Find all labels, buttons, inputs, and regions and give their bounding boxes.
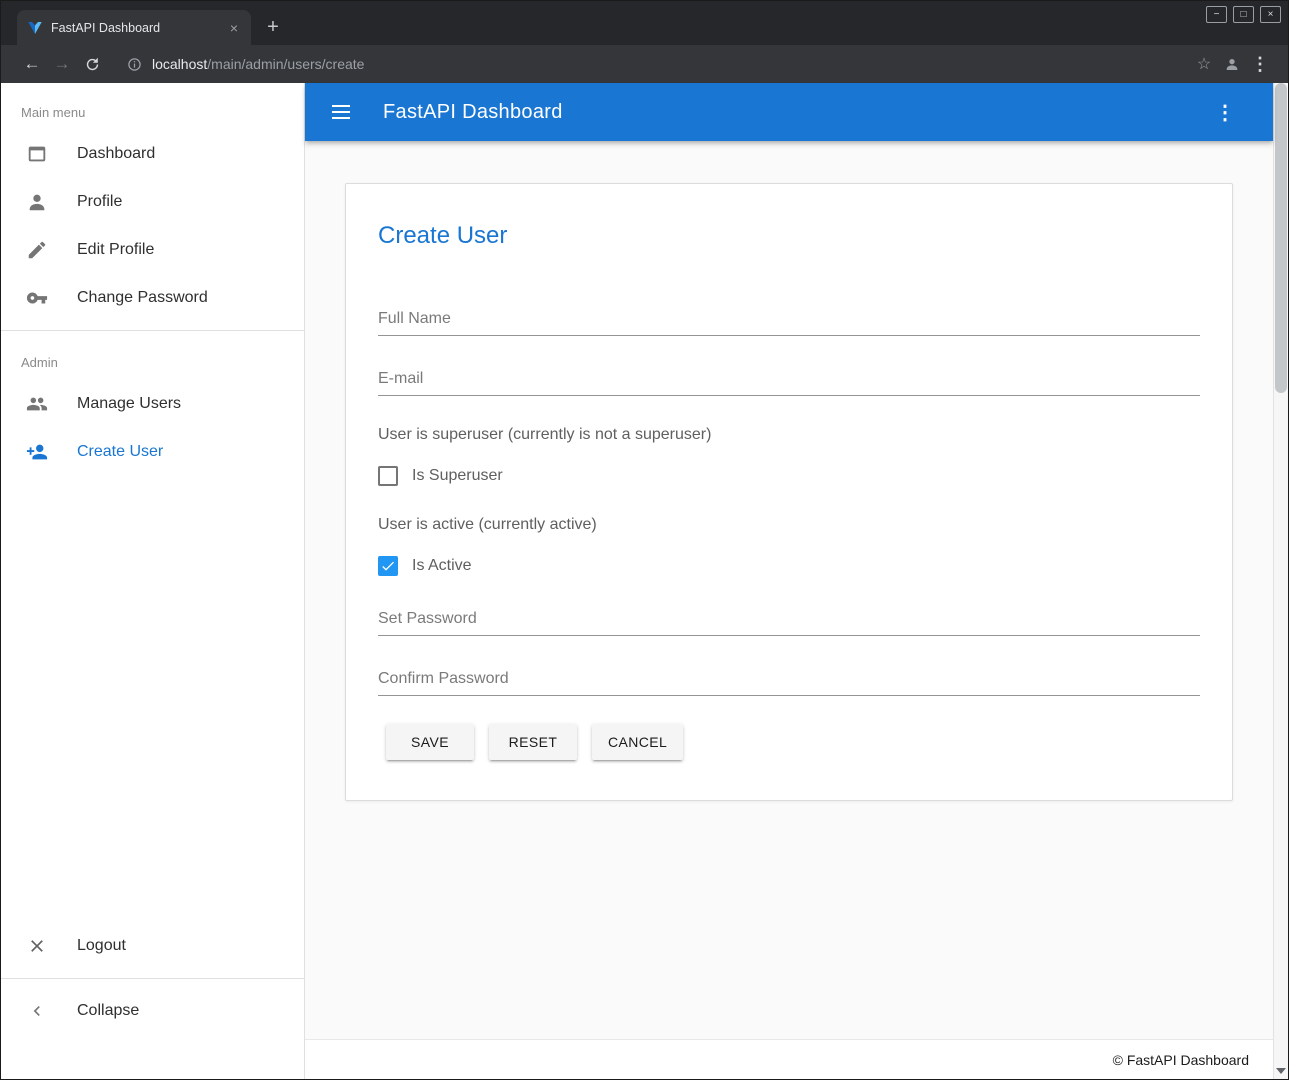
is-superuser-label: Is Superuser — [412, 467, 503, 485]
new-tab-button[interactable]: + — [259, 13, 287, 41]
page-body: Main menu Dashboard Profile — [1, 83, 1288, 1079]
active-checkbox-row: Is Active — [378, 556, 1200, 576]
is-active-checkbox[interactable] — [378, 556, 398, 576]
sidebar-item-create-user[interactable]: Create User — [1, 428, 304, 476]
sidebar-section-main-menu: Main menu — [1, 83, 304, 130]
email-field — [378, 336, 1200, 396]
sidebar-item-dashboard[interactable]: Dashboard — [1, 130, 304, 178]
active-hint: User is active (currently active) — [378, 516, 1200, 534]
set-password-field — [378, 576, 1200, 636]
sidebar-bottom: Logout Collapse — [1, 922, 304, 1079]
sidebar-item-label: Collapse — [77, 1002, 139, 1020]
main-area: FastAPI Dashboard ⋮ Create User User is … — [305, 83, 1273, 1079]
app-bar: FastAPI Dashboard ⋮ — [305, 83, 1273, 141]
appbar-title: FastAPI Dashboard — [383, 101, 563, 124]
tab-close-icon[interactable]: × — [225, 19, 243, 37]
reset-button[interactable]: RESET — [489, 724, 577, 760]
browser-tab[interactable]: FastAPI Dashboard × — [17, 10, 251, 45]
close-icon — [25, 934, 49, 958]
full-name-field — [378, 276, 1200, 336]
is-superuser-checkbox[interactable] — [378, 466, 398, 486]
person-icon — [25, 190, 49, 214]
sidebar-divider — [1, 978, 304, 979]
reload-button[interactable] — [77, 50, 107, 78]
scrollbar-thumb[interactable] — [1275, 83, 1287, 393]
person-add-icon — [25, 440, 49, 464]
address-bar[interactable]: localhost/main/admin/users/create — [117, 50, 1180, 78]
key-icon — [25, 286, 49, 310]
hamburger-menu-icon[interactable] — [323, 94, 359, 130]
browser-menu-icon[interactable]: ⋮ — [1246, 50, 1274, 78]
sidebar-divider — [1, 330, 304, 331]
create-user-card: Create User User is superuser (currently… — [345, 183, 1233, 801]
browser-titlebar: FastAPI Dashboard × + − □ × — [1, 1, 1288, 45]
save-button[interactable]: SAVE — [386, 724, 474, 760]
sidebar-item-change-password[interactable]: Change Password — [1, 274, 304, 322]
window-minimize-button[interactable]: − — [1206, 6, 1227, 23]
vuetify-logo-icon — [27, 20, 43, 36]
profile-icon[interactable] — [1218, 50, 1246, 78]
browser-addressbar: ← → localhost/main/admin/users/create ☆ — [1, 45, 1288, 83]
appbar-menu-icon[interactable]: ⋮ — [1207, 94, 1243, 130]
content-area: Create User User is superuser (currently… — [305, 141, 1273, 1039]
sidebar-item-label: Edit Profile — [77, 241, 154, 259]
page-title: Create User — [378, 220, 1200, 252]
sidebar-section-admin: Admin — [1, 339, 304, 380]
pencil-icon — [25, 238, 49, 262]
dashboard-icon — [25, 142, 49, 166]
chevron-left-icon — [25, 999, 49, 1023]
superuser-checkbox-row: Is Superuser — [378, 466, 1200, 486]
back-button[interactable]: ← — [17, 50, 47, 78]
copyright-text: © FastAPI Dashboard — [1113, 1052, 1249, 1068]
sidebar-item-label: Create User — [77, 443, 163, 461]
sidebar-item-label: Manage Users — [77, 395, 181, 413]
site-info-icon[interactable] — [127, 57, 142, 72]
confirm-password-input[interactable] — [378, 670, 1200, 688]
sidebar-item-label: Logout — [77, 937, 126, 955]
sidebar-item-label: Change Password — [77, 289, 208, 307]
full-name-input[interactable] — [378, 310, 1200, 328]
url-path: /main/admin/users/create — [207, 56, 364, 72]
sidebar-item-label: Dashboard — [77, 145, 155, 163]
url-host: localhost — [152, 56, 207, 72]
window-maximize-button[interactable]: □ — [1233, 6, 1254, 23]
sidebar-item-collapse[interactable]: Collapse — [1, 987, 304, 1035]
confirm-password-field — [378, 636, 1200, 696]
window-close-button[interactable]: × — [1260, 6, 1281, 23]
sidebar-item-profile[interactable]: Profile — [1, 178, 304, 226]
set-password-input[interactable] — [378, 610, 1200, 628]
form-actions: SAVE RESET CANCEL — [378, 724, 1200, 760]
page-footer: © FastAPI Dashboard — [305, 1039, 1273, 1079]
browser-window: FastAPI Dashboard × + − □ × ← → — [0, 0, 1289, 1080]
superuser-hint: User is superuser (currently is not a su… — [378, 426, 1200, 444]
is-active-label: Is Active — [412, 557, 472, 575]
sidebar-item-edit-profile[interactable]: Edit Profile — [1, 226, 304, 274]
tab-title: FastAPI Dashboard — [51, 21, 225, 35]
email-input[interactable] — [378, 370, 1200, 388]
bookmark-star-icon[interactable]: ☆ — [1190, 50, 1218, 78]
sidebar: Main menu Dashboard Profile — [1, 83, 305, 1079]
sidebar-item-logout[interactable]: Logout — [1, 922, 304, 970]
window-controls: − □ × — [1206, 6, 1281, 23]
sidebar-item-label: Profile — [77, 193, 122, 211]
page-scrollbar[interactable] — [1273, 83, 1288, 1079]
people-icon — [25, 392, 49, 416]
scrollbar-down-arrow[interactable] — [1276, 1068, 1286, 1074]
sidebar-item-manage-users[interactable]: Manage Users — [1, 380, 304, 428]
cancel-button[interactable]: CANCEL — [592, 724, 683, 760]
forward-button[interactable]: → — [47, 50, 77, 78]
